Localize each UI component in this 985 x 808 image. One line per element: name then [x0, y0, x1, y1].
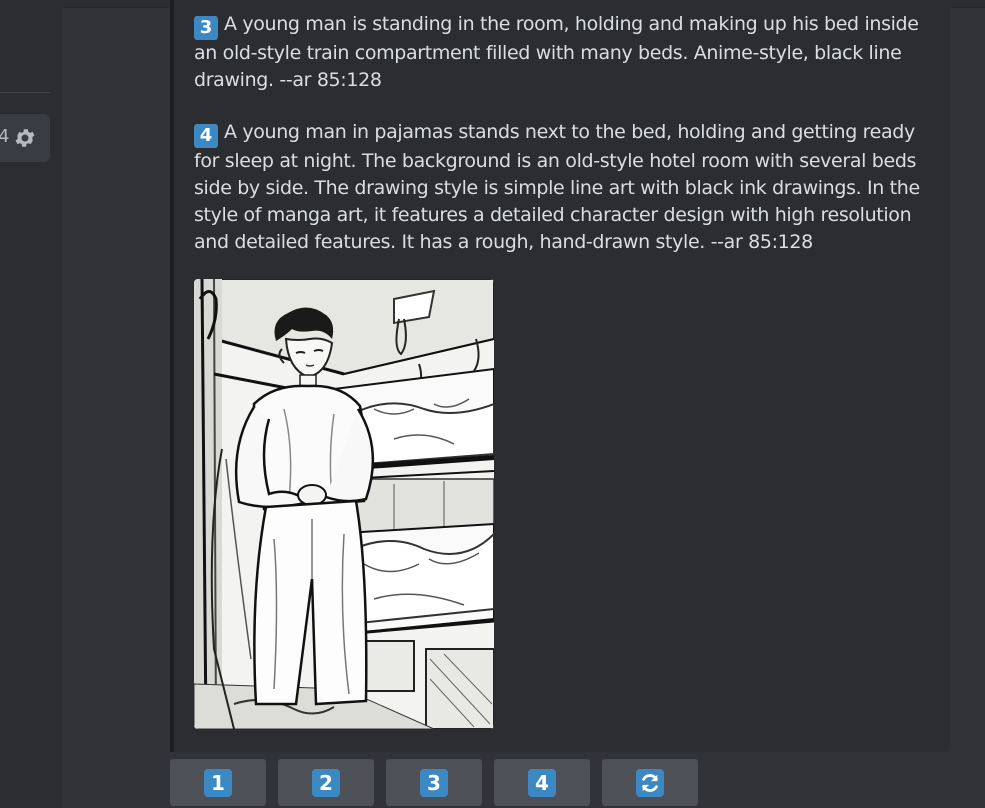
upscale-4-button[interactable]: 4	[494, 759, 590, 806]
generated-image[interactable]	[194, 279, 494, 729]
prompt-option-4: 4A young man in pajamas stands next to t…	[194, 119, 934, 256]
keycap-3-icon: 3	[194, 16, 218, 40]
partial-icon[interactable]: 4	[0, 128, 9, 146]
prompt-option-3: 3A young man is standing in the room, ho…	[194, 11, 934, 94]
message-embed: 3A young man is standing in the room, ho…	[170, 0, 950, 752]
upscale-2-button[interactable]: 2	[278, 759, 374, 806]
keycap-2-icon: 2	[312, 769, 340, 797]
keycap-1-icon: 1	[204, 769, 232, 797]
keycap-4-icon: 4	[194, 124, 218, 148]
keycap-4-icon: 4	[528, 769, 556, 797]
upscale-3-button[interactable]: 3	[386, 759, 482, 806]
user-controls-panel: 4	[0, 114, 50, 162]
gear-icon[interactable]	[13, 126, 37, 150]
keycap-3-icon: 3	[420, 769, 448, 797]
image-illustration	[194, 279, 494, 729]
reroll-button[interactable]	[602, 759, 698, 806]
upscale-1-button[interactable]: 1	[170, 759, 266, 806]
prompt-text: A young man in pajamas stands next to th…	[194, 121, 920, 253]
refresh-icon	[636, 769, 664, 797]
sidebar-divider	[0, 92, 50, 93]
app-window: 4 3A young man is standing in the room, …	[0, 0, 985, 808]
prompt-text: A young man is standing in the room, hol…	[194, 13, 919, 91]
